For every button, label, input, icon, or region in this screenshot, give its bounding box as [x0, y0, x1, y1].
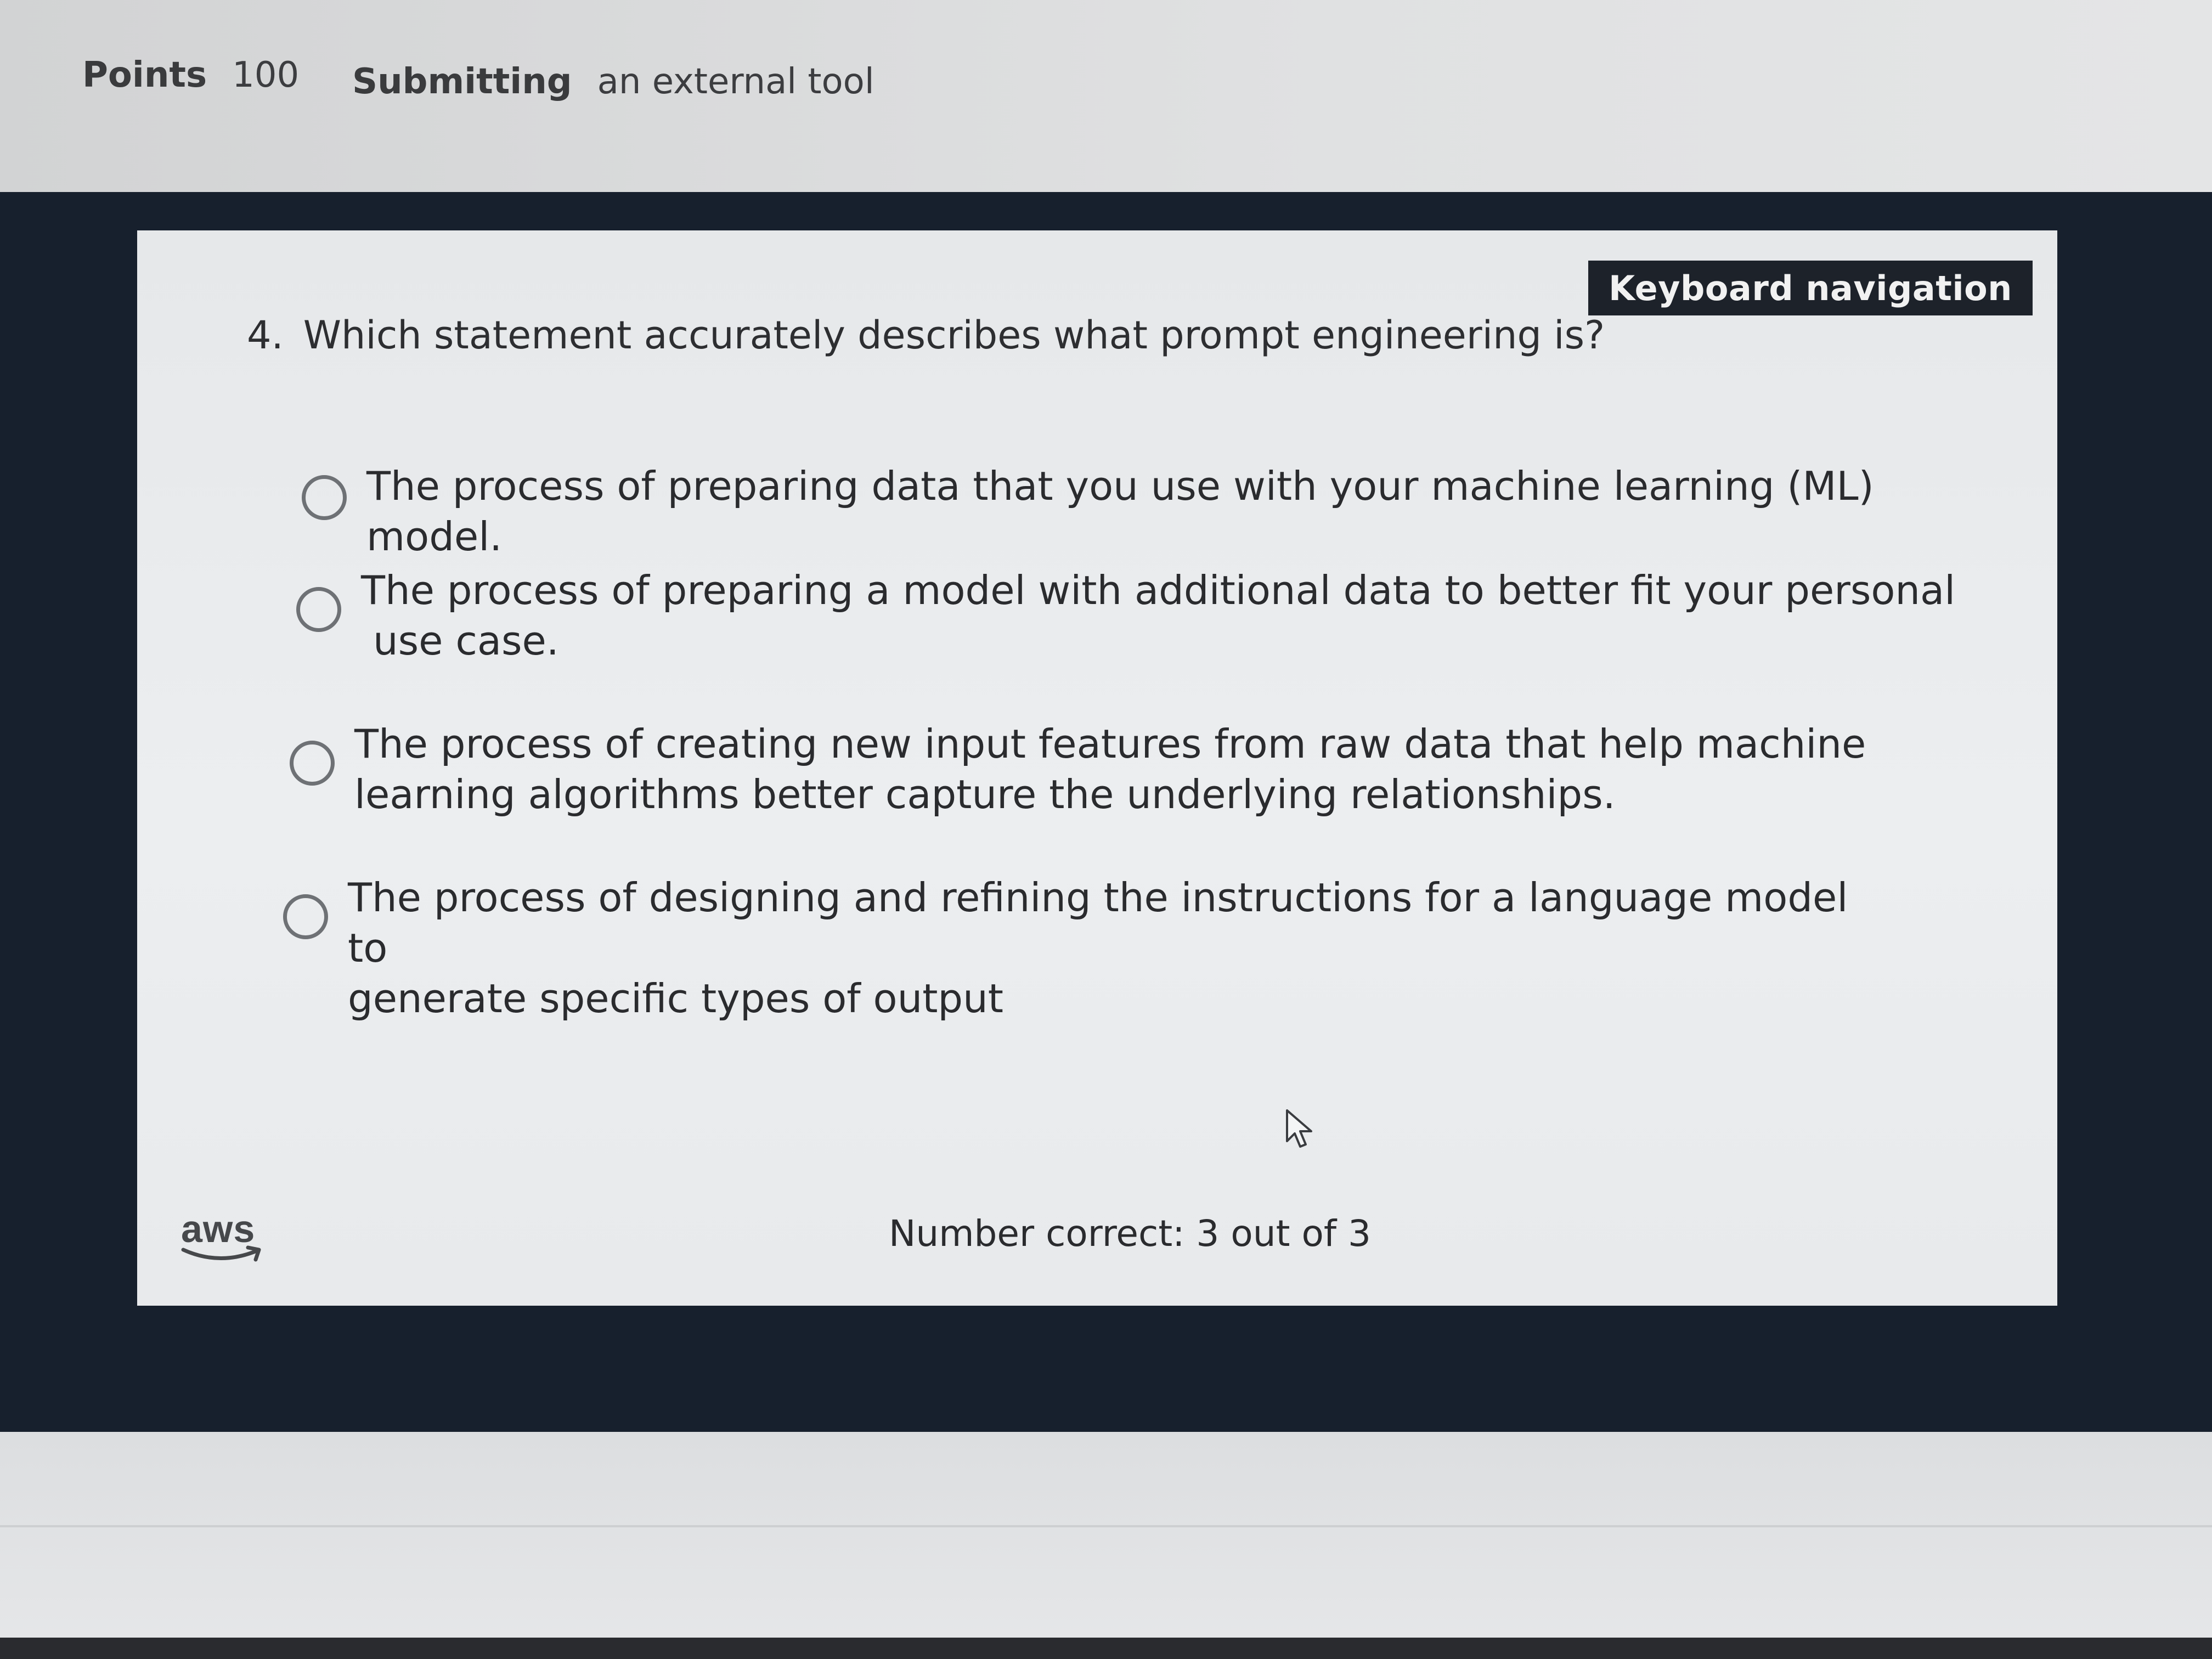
option-label[interactable]: The process of creating new input featur…	[354, 719, 1866, 820]
submitting-info: Submitting an external tool	[352, 61, 874, 102]
quiz-card: Keyboard navigation 4. Which statement a…	[137, 230, 2057, 1306]
radio-button[interactable]	[290, 741, 335, 786]
option-label[interactable]: The process of designing and refining th…	[348, 872, 1874, 1024]
option-label-line-1: The process of preparing a model with ad…	[361, 567, 1956, 613]
option-label-line-1: The process of creating new input featur…	[354, 721, 1866, 767]
option-label[interactable]: The process of preparing a model with ad…	[361, 565, 1955, 666]
aws-logo: aws	[181, 1207, 263, 1273]
keyboard-navigation-button[interactable]: Keyboard navigation	[1588, 261, 2033, 315]
submitting-label: Submitting	[352, 61, 572, 102]
option-label-line-2: learning algorithms better capture the u…	[354, 771, 1616, 817]
page-footer-area	[0, 1432, 2212, 1659]
aws-smile-icon	[181, 1245, 261, 1262]
assignment-info-bar: Points 100 Submitting an external tool	[0, 0, 2212, 192]
radio-button[interactable]	[296, 587, 341, 632]
page: Points 100 Submitting an external tool K…	[0, 0, 2212, 1659]
divider	[0, 1525, 2212, 1527]
option-label-line-2: use case.	[373, 618, 559, 664]
points-value: 100	[232, 55, 300, 95]
radio-button[interactable]	[283, 894, 328, 939]
option-label-line-2: generate specific types of output	[348, 975, 1003, 1022]
question-number: 4.	[247, 313, 284, 358]
points-info: Points 100	[82, 55, 299, 95]
screen-bottom-bezel	[0, 1638, 2212, 1659]
score-text: Number correct: 3 out of 3	[889, 1212, 1372, 1255]
option-label-line-1: The process of designing and refining th…	[348, 874, 1848, 971]
mouse-pointer-icon	[1286, 1109, 1312, 1148]
option-label-line-1: The process of preparing data that you u…	[366, 463, 1874, 560]
submitting-value: an external tool	[597, 61, 874, 102]
question: 4. Which statement accurately describes …	[247, 313, 1728, 358]
radio-button[interactable]	[302, 475, 347, 520]
option-label[interactable]: The process of preparing data that you u…	[366, 461, 2013, 562]
question-text: Which statement accurately describes wha…	[303, 313, 1605, 358]
points-label: Points	[82, 55, 207, 95]
answer-option-3[interactable]: The process of creating new input featur…	[290, 719, 1881, 820]
answer-option-4[interactable]: The process of designing and refining th…	[283, 872, 1874, 1024]
answer-option-1[interactable]: The process of preparing data that you u…	[302, 461, 2013, 562]
answer-option-2[interactable]: The process of preparing a model with ad…	[296, 565, 1970, 666]
